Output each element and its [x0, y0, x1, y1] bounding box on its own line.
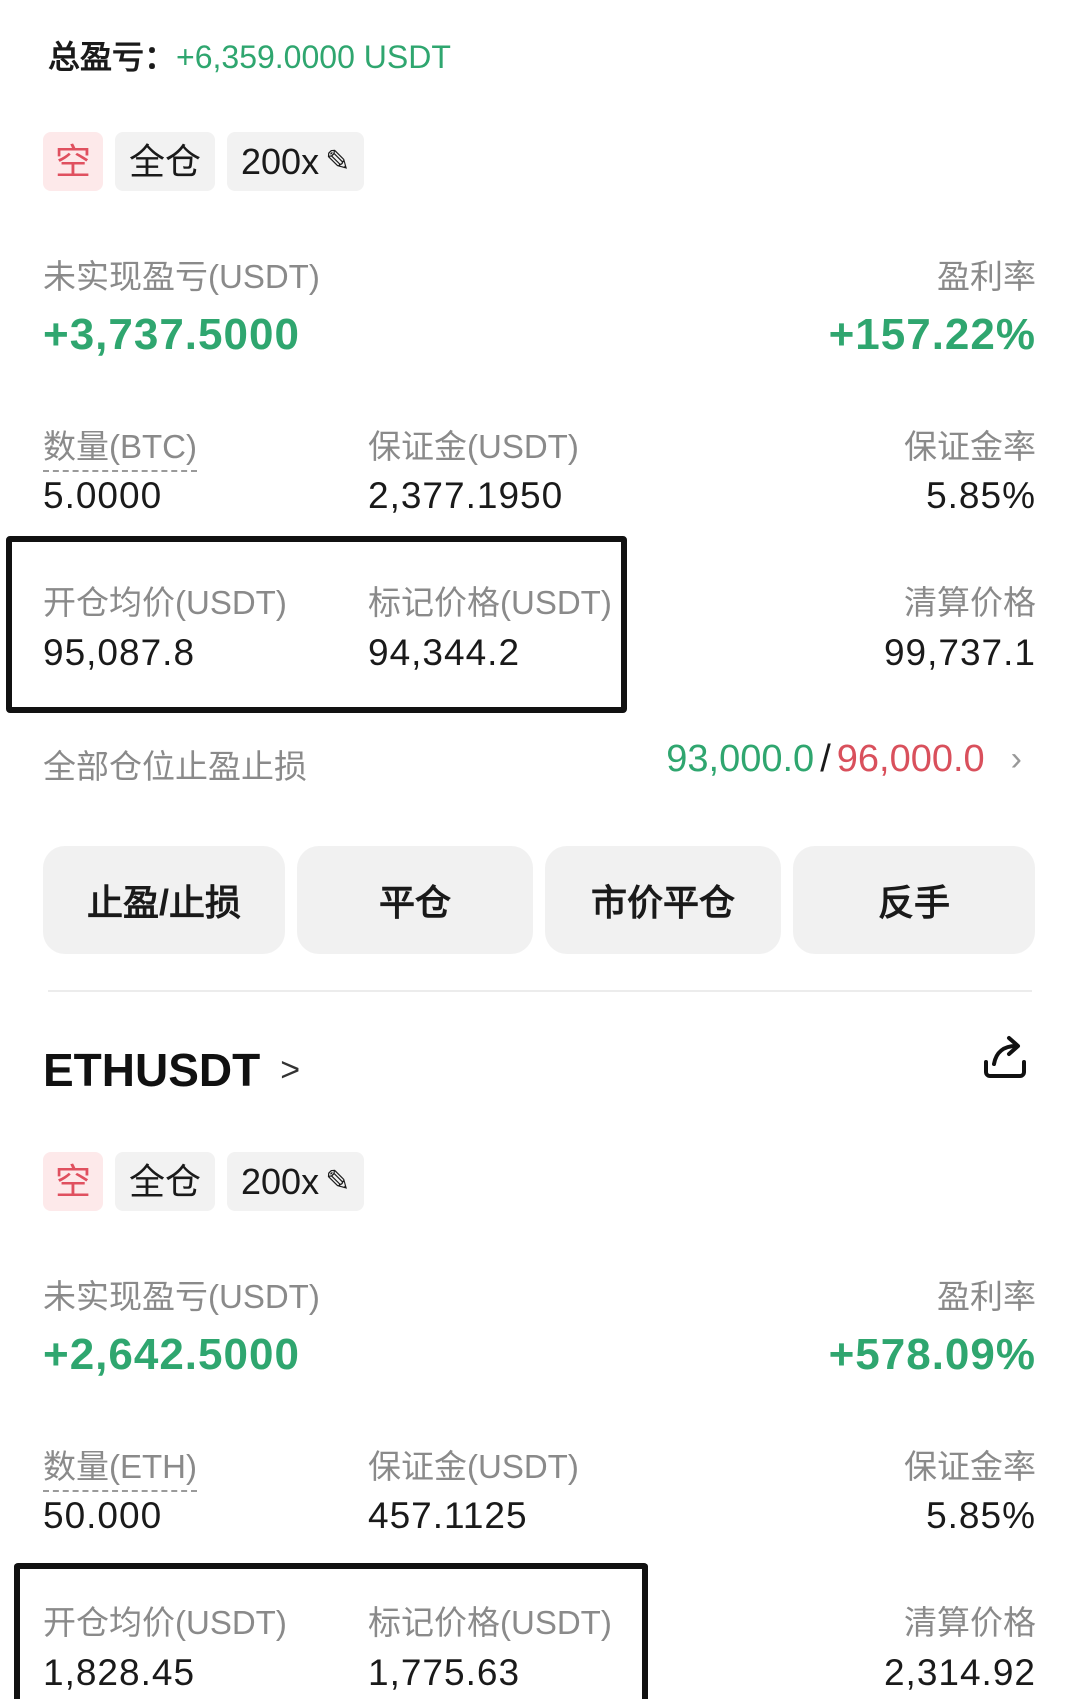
- tpsl-separator: /: [820, 738, 831, 780]
- highlight-box: [6, 536, 627, 713]
- pencil-icon: ✎: [325, 145, 351, 178]
- entry-price-value: 1,828.45: [43, 1652, 196, 1693]
- close-button[interactable]: 平仓: [297, 846, 533, 954]
- liq-price-label: 清算价格: [904, 584, 1036, 621]
- symbol-link[interactable]: ETHUSDT >: [43, 1043, 300, 1097]
- position-actions: 止盈/止损 平仓 市价平仓 反手: [43, 846, 1035, 954]
- margin-value: 457.1125: [368, 1495, 528, 1536]
- margin-ratio-label: 保证金率: [904, 1448, 1036, 1485]
- margin-label: 保证金(USDT): [368, 1448, 579, 1485]
- margin-ratio-value: 5.85%: [926, 475, 1036, 516]
- margin-label: 保证金(USDT): [368, 428, 579, 465]
- pencil-icon: ✎: [325, 1165, 351, 1198]
- quantity-label[interactable]: 数量(BTC): [43, 420, 197, 472]
- quantity-value: 50.000: [43, 1495, 163, 1536]
- leverage-tag[interactable]: 200x ✎: [227, 1152, 365, 1211]
- tpsl-values[interactable]: 93,000.0 / 96,000.0 ›: [666, 738, 1022, 781]
- margin-mode-tag[interactable]: 全仓: [115, 1152, 216, 1211]
- divider: [48, 990, 1032, 992]
- unrealized-pnl-label: 未实现盈亏(USDT): [43, 1278, 320, 1315]
- leverage-tag[interactable]: 200x ✎: [227, 132, 365, 191]
- margin-mode-tag[interactable]: 全仓: [115, 132, 216, 191]
- margin-value: 2,377.1950: [368, 475, 564, 516]
- chevron-right-icon: >: [280, 1050, 301, 1089]
- reverse-button[interactable]: 反手: [793, 846, 1035, 954]
- liq-price-value: 99,737.1: [883, 632, 1036, 673]
- liq-price-label: 清算价格: [904, 1604, 1036, 1641]
- roe-value: +157.22%: [828, 310, 1036, 359]
- unrealized-pnl-value: +3,737.5000: [43, 310, 300, 359]
- symbol-name: ETHUSDT: [43, 1044, 261, 1096]
- share-icon[interactable]: [980, 1032, 1030, 1082]
- liq-price-value: 2,314.92: [883, 1652, 1036, 1693]
- tpsl-label: 全部仓位止盈止损: [43, 748, 307, 785]
- stop-loss-value: 96,000.0: [836, 738, 985, 780]
- side-tag: 空: [43, 1152, 103, 1211]
- position-tags: 空 全仓 200x ✎: [43, 1152, 365, 1211]
- unrealized-pnl-value: +2,642.5000: [43, 1330, 300, 1379]
- leverage-value: 200x: [241, 1161, 320, 1202]
- mark-price-label: 标记价格(USDT): [368, 584, 612, 621]
- tpsl-button[interactable]: 止盈/止损: [43, 846, 285, 954]
- total-pnl-value: +6,359.0000 USDT: [176, 39, 451, 75]
- entry-price-label: 开仓均价(USDT): [43, 1604, 287, 1641]
- side-tag: 空: [43, 132, 103, 191]
- leverage-value: 200x: [241, 141, 320, 182]
- chevron-right-icon: ›: [1010, 740, 1022, 778]
- quantity-value: 5.0000: [43, 475, 163, 516]
- total-pnl: 总盈亏：+6,359.0000 USDT: [48, 32, 451, 78]
- position-tags: 空 全仓 200x ✎: [43, 132, 365, 191]
- market-close-button[interactable]: 市价平仓: [545, 846, 781, 954]
- entry-price-label: 开仓均价(USDT): [43, 584, 287, 621]
- mark-price-label: 标记价格(USDT): [368, 1604, 612, 1641]
- mark-price-value: 1,775.63: [368, 1652, 521, 1693]
- roe-label: 盈利率: [937, 258, 1036, 295]
- entry-price-value: 95,087.8: [43, 632, 196, 673]
- roe-label: 盈利率: [937, 1278, 1036, 1315]
- unrealized-pnl-label: 未实现盈亏(USDT): [43, 258, 320, 295]
- roe-value: +578.09%: [828, 1330, 1036, 1379]
- margin-ratio-value: 5.85%: [926, 1495, 1036, 1536]
- margin-ratio-label: 保证金率: [904, 428, 1036, 465]
- quantity-label[interactable]: 数量(ETH): [43, 1440, 197, 1492]
- take-profit-value: 93,000.0: [666, 738, 815, 780]
- total-pnl-label: 总盈亏：: [48, 39, 177, 75]
- mark-price-value: 94,344.2: [368, 632, 521, 673]
